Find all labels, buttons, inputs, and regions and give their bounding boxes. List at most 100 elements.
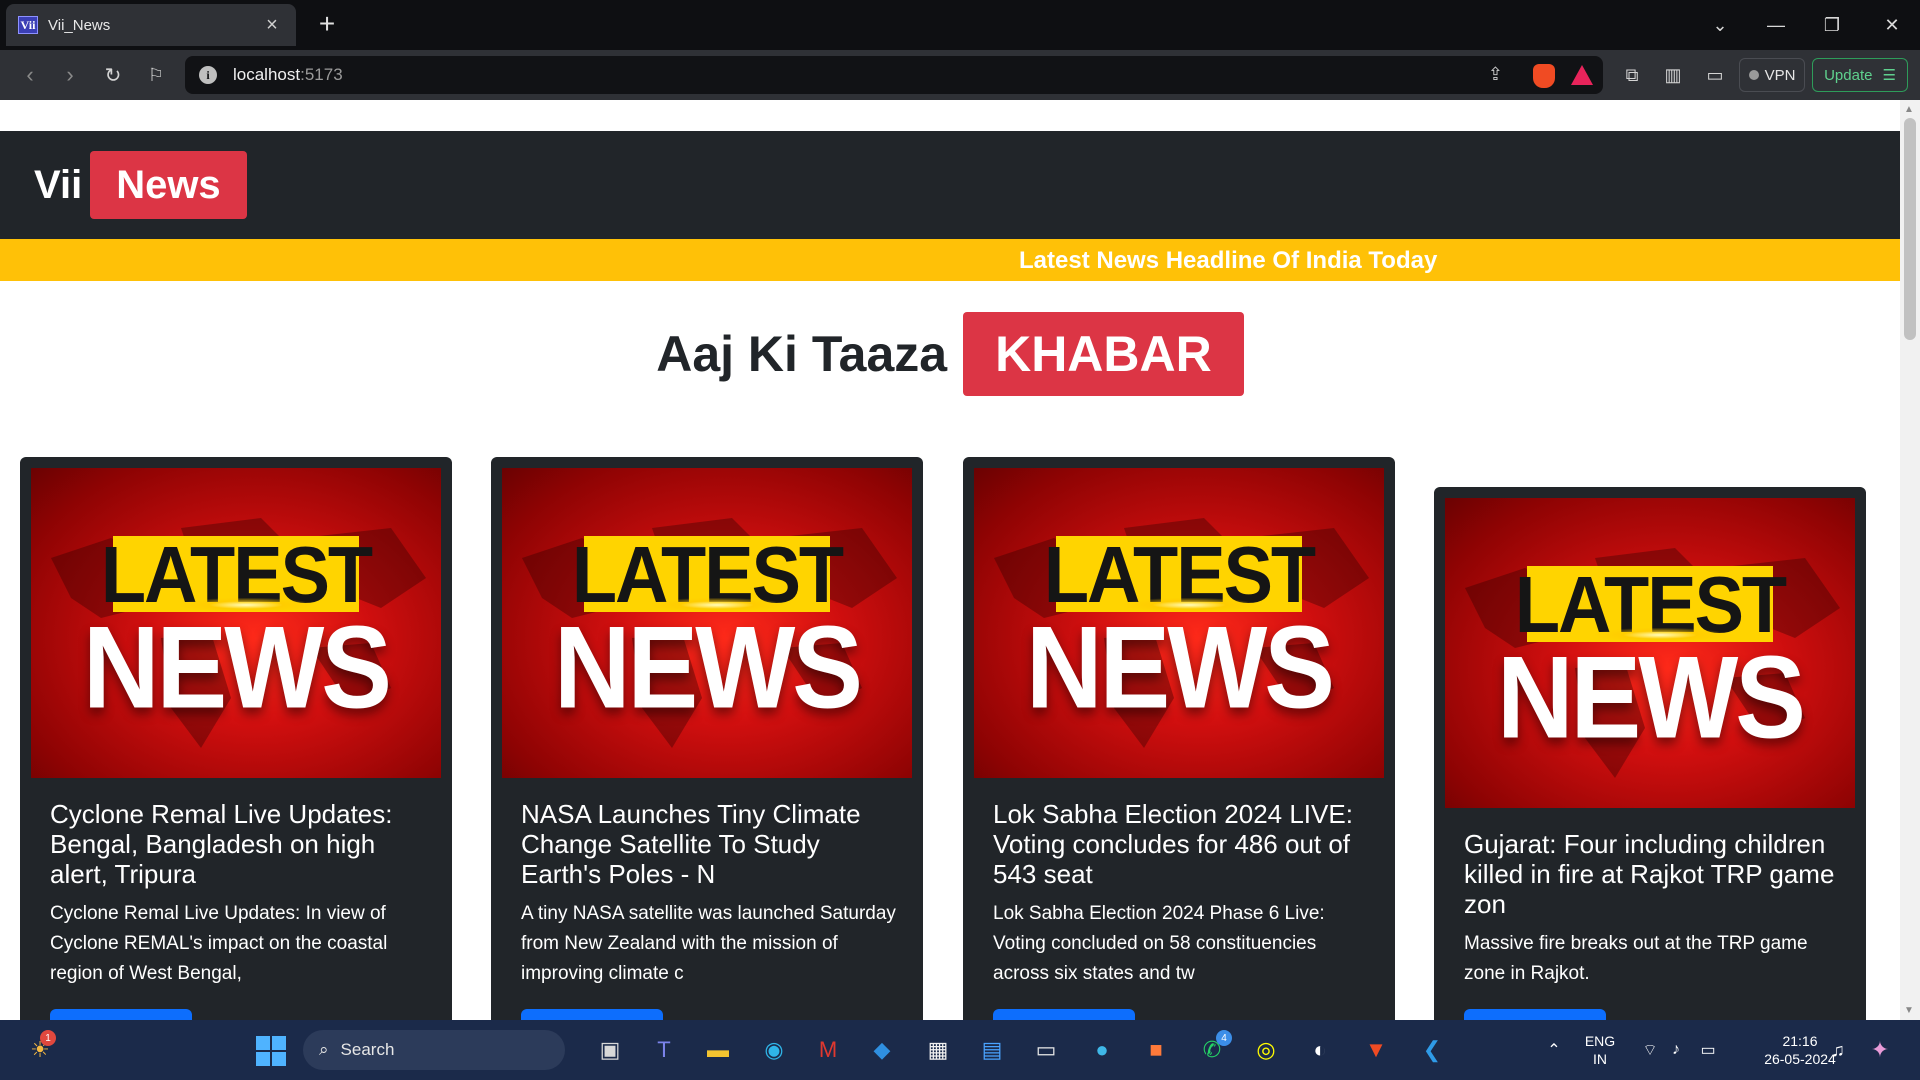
browser-titlebar: Vii Vii_News × + ⌄ — ❐ ✕ [0, 0, 1920, 50]
battery-icon[interactable]: ▭ [1690, 1032, 1726, 1068]
news-card-body: Cyclone Remal Live Updates: Bengal, Bang… [50, 799, 430, 989]
teams-icon[interactable]: T [646, 1032, 682, 1068]
brave-rewards-icon[interactable] [1571, 65, 1593, 85]
scroll-down-arrow-icon[interactable]: ▼ [1904, 1005, 1914, 1016]
new-tab-button[interactable]: + [312, 10, 342, 40]
language-line1: ENG [1584, 1033, 1616, 1049]
sidebar-icon[interactable]: ▥ [1661, 63, 1685, 87]
news-card: LATEST NEWS Lok Sabha Election 2024 LIVE… [963, 457, 1395, 1020]
update-button[interactable]: Update ☰ [1812, 58, 1908, 92]
news-card-description: Lok Sabha Election 2024 Phase 6 Live: Vo… [993, 903, 1325, 984]
news-card: LATEST NEWS Cyclone Remal Live Updates: … [20, 457, 452, 1020]
language-line2: IN [1593, 1051, 1607, 1067]
weather-badge: 1 [40, 1030, 56, 1046]
heading-badge: KHABAR [963, 312, 1244, 396]
ms-app-icon[interactable]: ■ [1138, 1032, 1174, 1068]
news-word: NEWS [83, 603, 392, 733]
mcafee-icon[interactable]: M [810, 1032, 846, 1068]
file-explorer-icon[interactable]: ▬ [700, 1032, 736, 1068]
page-heading: Aaj Ki Taaza KHABAR [0, 312, 1900, 396]
brave-browser-icon[interactable]: ▼ [1358, 1032, 1394, 1068]
read-more-button[interactable] [993, 1009, 1135, 1020]
vpn-button[interactable]: VPN [1739, 58, 1805, 92]
extensions-icon[interactable]: ⧉ [1620, 63, 1644, 87]
news-card-image: LATEST NEWS [974, 468, 1384, 778]
vpn-label: VPN [1764, 66, 1796, 84]
whatsapp-badge: 4 [1216, 1030, 1232, 1046]
news-card-description: Massive fire breaks out at the TRP game … [1464, 933, 1808, 984]
site-navbar: Vii News [0, 131, 1900, 239]
taskbar-search[interactable]: ⌕ Search [303, 1030, 565, 1070]
bookmark-icon[interactable]: ⚐ [142, 61, 170, 89]
vpn-app-icon[interactable]: ◆ [864, 1032, 900, 1068]
tab-favicon-icon: Vii [18, 16, 38, 34]
car-app-icon[interactable]: ▭ [1028, 1032, 1064, 1068]
vpn-status-icon [1748, 70, 1759, 80]
news-card-body: NASA Launches Tiny Climate Change Satell… [521, 799, 901, 989]
site-info-icon[interactable]: i [199, 66, 217, 84]
news-card-body: Gujarat: Four including children killed … [1464, 829, 1844, 989]
news-card-body: Lok Sabha Election 2024 LIVE: Voting con… [993, 799, 1373, 989]
notepad-icon[interactable]: ▤ [974, 1032, 1010, 1068]
task-view-icon[interactable]: ▣ [592, 1032, 628, 1068]
news-card-title: Cyclone Remal Live Updates: Bengal, Bang… [50, 799, 393, 889]
volume-icon[interactable]: ♪ [1658, 1032, 1694, 1068]
notification-bell-icon[interactable]: ♫ [1820, 1032, 1856, 1068]
news-card-title: Lok Sabha Election 2024 LIVE: Voting con… [993, 799, 1353, 889]
restore-button[interactable]: ❐ [1812, 8, 1852, 42]
tab-close-icon[interactable]: × [260, 14, 284, 37]
search-label: Search [340, 1040, 395, 1059]
news-word: NEWS [554, 603, 863, 733]
scroll-up-arrow-icon[interactable]: ▲ [1904, 104, 1914, 115]
edge-icon[interactable]: ◉ [756, 1032, 792, 1068]
url-text[interactable]: localhost:5173 [233, 65, 343, 85]
start-windows-icon[interactable] [256, 1036, 286, 1066]
page-viewport: Vii News Latest News Headline Of India T… [0, 100, 1900, 1020]
language-indicator[interactable]: ENG IN [1580, 1032, 1620, 1068]
news-card: LATEST NEWS NASA Launches Tiny Climate C… [491, 457, 923, 1020]
wallet-icon[interactable]: ▭ [1703, 63, 1727, 87]
brand-news-badge: News [90, 151, 247, 219]
news-word: NEWS [1497, 633, 1806, 763]
canva-icon[interactable]: ● [1084, 1032, 1120, 1068]
headline-marquee: Latest News Headline Of India Today [0, 239, 1900, 281]
tab-title: Vii_News [48, 16, 111, 34]
snapchat-icon[interactable]: ◎ [1248, 1032, 1284, 1068]
site-brand[interactable]: Vii News [34, 151, 247, 219]
news-card-image: LATEST NEWS [1445, 498, 1855, 808]
brand-vii: Vii [34, 162, 83, 207]
browser-toolbar: ‹ › ↻ ⚐ i localhost:5173 ⇪ ⧉ ▥ ▭ VPN Upd… [0, 50, 1920, 100]
news-card-title: NASA Launches Tiny Climate Change Satell… [521, 799, 861, 889]
brave-shields-icon[interactable] [1533, 64, 1555, 88]
news-card-image: LATEST NEWS [502, 468, 912, 778]
forward-button[interactable]: › [56, 61, 84, 89]
copilot-icon[interactable]: ✦ [1862, 1032, 1898, 1068]
browser-tab[interactable]: Vii Vii_News × [6, 4, 296, 46]
share-icon[interactable]: ⇪ [1488, 64, 1503, 85]
marquee-text: Latest News Headline Of India Today [1019, 247, 1438, 274]
scroll-thumb[interactable] [1904, 118, 1916, 340]
read-more-button[interactable] [1464, 1009, 1606, 1020]
github-icon[interactable]: ◐ [1302, 1032, 1338, 1068]
news-card-description: Cyclone Remal Live Updates: In view of C… [50, 903, 388, 984]
news-card: LATEST NEWS Gujarat: Four including chil… [1434, 487, 1866, 1020]
search-icon: ⌕ [319, 1040, 329, 1059]
close-window-button[interactable]: ✕ [1872, 8, 1912, 42]
address-bar[interactable]: i localhost:5173 ⇪ [185, 56, 1603, 94]
update-label: Update [1824, 66, 1873, 84]
read-more-button[interactable] [521, 1009, 663, 1020]
heading-text: Aaj Ki Taaza [656, 326, 948, 382]
tab-search-chevron-icon[interactable]: ⌄ [1700, 8, 1740, 42]
tray-chevron-icon[interactable]: ⌃ [1536, 1032, 1572, 1068]
news-card-title: Gujarat: Four including children killed … [1464, 829, 1835, 919]
news-word: NEWS [1026, 603, 1335, 733]
read-more-button[interactable] [50, 1009, 192, 1020]
microsoft-store-icon[interactable]: ▦ [920, 1032, 956, 1068]
page-scrollbar[interactable]: ▲ ▼ [1900, 100, 1920, 1020]
vscode-icon[interactable]: ❮ [1414, 1032, 1450, 1068]
news-card-description: A tiny NASA satellite was launched Satur… [521, 903, 896, 984]
minimize-button[interactable]: — [1756, 8, 1796, 42]
menu-icon: ☰ [1882, 67, 1896, 84]
reload-button[interactable]: ↻ [99, 61, 127, 89]
back-button[interactable]: ‹ [16, 61, 44, 89]
